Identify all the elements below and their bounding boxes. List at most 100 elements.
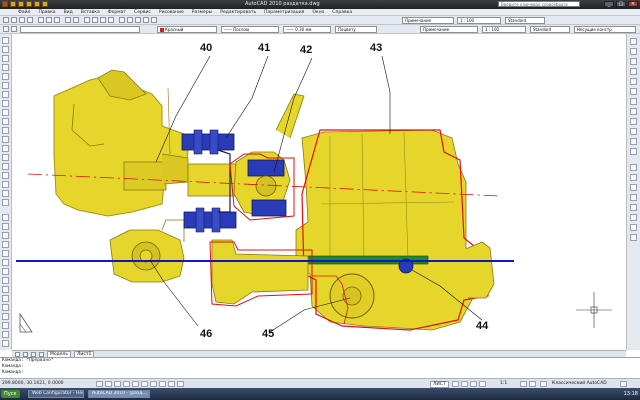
qp-toggle[interactable]: [177, 381, 184, 387]
search-input[interactable]: Введите ключевое слово/фразу: [498, 1, 580, 7]
point-icon[interactable]: [2, 154, 9, 161]
workspace-label[interactable]: Классический AutoCAD: [552, 381, 607, 386]
mtext-icon[interactable]: [2, 199, 9, 206]
menu-format[interactable]: Формат: [108, 10, 126, 15]
polar-toggle[interactable]: [123, 381, 130, 387]
note-combo[interactable]: Примечание: [420, 26, 478, 33]
color-combo[interactable]: Красный: [157, 26, 217, 33]
quick-view-drawings-icon[interactable]: [461, 381, 468, 387]
tab-nav-last[interactable]: [39, 351, 44, 357]
pan-status-icon[interactable]: [470, 381, 477, 387]
osnap-toggle[interactable]: [132, 381, 139, 387]
layer-manager-icon[interactable]: [3, 26, 9, 32]
tolerance-icon[interactable]: [630, 138, 637, 145]
line-tool-icon[interactable]: [2, 37, 9, 44]
array-icon[interactable]: [2, 250, 9, 257]
zoom-previous-icon[interactable]: [108, 17, 114, 23]
menu-window[interactable]: Окно: [312, 10, 324, 15]
command-prompt[interactable]: Команда:: [2, 370, 640, 376]
undo-icon[interactable]: [34, 1, 40, 7]
ducs-toggle[interactable]: [150, 381, 157, 387]
menu-dimension[interactable]: Размеры: [192, 10, 212, 15]
note-style-combo[interactable]: Примечание: [402, 17, 454, 24]
erase-icon[interactable]: [2, 214, 9, 221]
redo-icon[interactable]: [73, 17, 79, 23]
menu-modify[interactable]: Редактировать: [220, 10, 256, 15]
menu-edit[interactable]: Правка: [38, 10, 55, 15]
ellipse-arc-icon[interactable]: [2, 127, 9, 134]
scale-combo[interactable]: 1 : 100: [482, 26, 526, 33]
menu-help[interactable]: Справка: [332, 10, 352, 15]
chamfer-icon[interactable]: [2, 322, 9, 329]
circle-icon[interactable]: [2, 91, 9, 98]
menu-parametric[interactable]: Параметризация: [264, 10, 304, 15]
polygon-icon[interactable]: [2, 64, 9, 71]
save-icon[interactable]: [26, 1, 32, 7]
baseline-icon[interactable]: [630, 118, 637, 125]
text-style-combo[interactable]: Standard: [505, 17, 545, 24]
gradient-icon[interactable]: [2, 172, 9, 179]
dyn-toggle[interactable]: [159, 381, 166, 387]
open-file-icon[interactable]: [18, 1, 24, 7]
otrack-toggle[interactable]: [141, 381, 148, 387]
grid-toggle[interactable]: [105, 381, 112, 387]
start-button[interactable]: Пуск: [1, 390, 20, 398]
id-point-icon[interactable]: [630, 234, 637, 241]
properties-icon[interactable]: [119, 17, 125, 23]
layer-previous-icon[interactable]: [630, 184, 637, 191]
linetype-combo[interactable]: —— Послою: [221, 26, 279, 33]
region-icon[interactable]: [2, 181, 9, 188]
open-icon[interactable]: [11, 17, 17, 23]
dimension-ordinate-icon[interactable]: [630, 68, 637, 75]
make-block-icon[interactable]: [2, 145, 9, 152]
quick-dimension-icon[interactable]: [630, 108, 637, 115]
hatch-icon[interactable]: [2, 163, 9, 170]
lwt-toggle[interactable]: [168, 381, 175, 387]
spline-icon[interactable]: [2, 109, 9, 116]
plotstyle-combo[interactable]: Поцвету: [335, 26, 377, 33]
current-layer-combo[interactable]: Несущие констр: [574, 26, 636, 33]
match-properties-icon[interactable]: [630, 194, 637, 201]
auto-scale-icon[interactable]: [529, 381, 536, 387]
command-line[interactable]: Команда: *Прервано* Команда: Команда:: [0, 357, 640, 378]
ortho-toggle[interactable]: [114, 381, 121, 387]
trim-icon[interactable]: [2, 295, 9, 302]
dimension-diameter-icon[interactable]: [630, 88, 637, 95]
copy-icon[interactable]: [46, 17, 52, 23]
taskbar-web-configurator[interactable]: Web Configurator - Hesi...: [28, 390, 84, 398]
autocad-app-icon[interactable]: [2, 1, 8, 7]
dimension-radius-icon[interactable]: [630, 78, 637, 85]
stretch-icon[interactable]: [2, 286, 9, 293]
model-paper-toggle[interactable]: ЛИСТ: [430, 381, 449, 388]
menu-draw[interactable]: Рисование: [159, 10, 184, 15]
insert-block-icon[interactable]: [2, 136, 9, 143]
area-icon[interactable]: [630, 224, 637, 231]
extend-icon[interactable]: [2, 304, 9, 311]
revcloud-icon[interactable]: [2, 100, 9, 107]
zoom-window-icon[interactable]: [100, 17, 106, 23]
zoom-icon[interactable]: [92, 17, 98, 23]
tab-nav-prev[interactable]: [23, 351, 28, 357]
distance-icon[interactable]: [630, 214, 637, 221]
layer-state-icon[interactable]: [11, 26, 17, 32]
menu-tools[interactable]: Сервис: [134, 10, 151, 15]
arc-icon[interactable]: [2, 82, 9, 89]
menu-file[interactable]: Файл: [18, 10, 30, 15]
fillet-icon[interactable]: [2, 331, 9, 338]
taskbar-autocad[interactable]: AutoCAD 2010 - [разд...: [88, 390, 150, 398]
zoom-status-icon[interactable]: [479, 381, 486, 387]
print-icon[interactable]: [27, 17, 33, 23]
dimension-aligned-icon[interactable]: [630, 48, 637, 55]
mirror-icon[interactable]: [2, 232, 9, 239]
construction-line-icon[interactable]: [2, 46, 9, 53]
copy-object-icon[interactable]: [2, 223, 9, 230]
table-icon[interactable]: [2, 190, 9, 197]
scale-icon[interactable]: [2, 277, 9, 284]
dimension-arc-icon[interactable]: [630, 58, 637, 65]
undo-icon[interactable]: [65, 17, 71, 23]
save-icon[interactable]: [19, 17, 25, 23]
style-combo[interactable]: Standard: [530, 26, 570, 33]
calculator-icon[interactable]: [143, 17, 149, 23]
tool-palettes-icon[interactable]: [135, 17, 141, 23]
layer-combo[interactable]: [20, 26, 140, 33]
